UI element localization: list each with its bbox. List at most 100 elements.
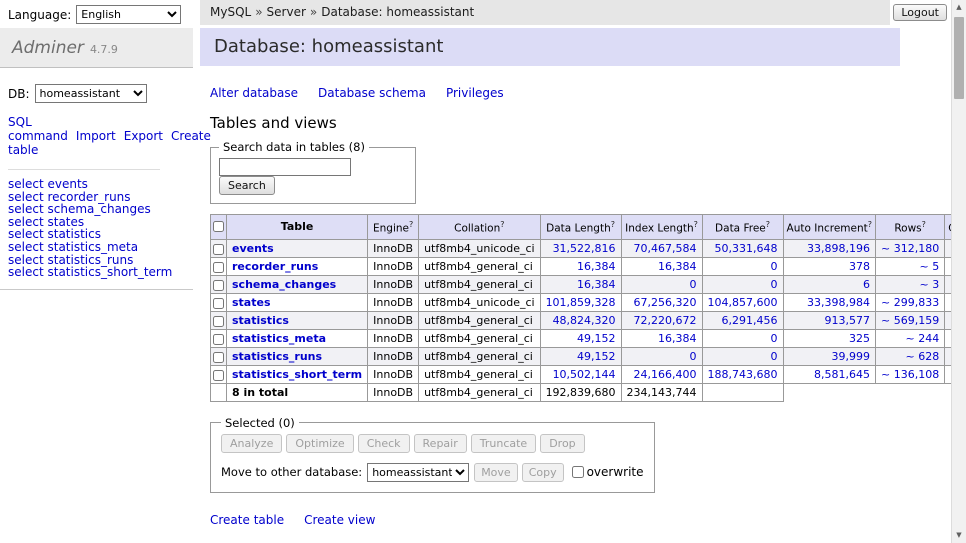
check-button[interactable]: Check [358, 434, 410, 453]
rows-link[interactable]: ~ 3 [920, 278, 940, 291]
data-length-link[interactable]: 49,152 [577, 332, 616, 345]
data-free-link[interactable]: 104,857,600 [708, 296, 778, 309]
truncate-button[interactable]: Truncate [471, 434, 536, 453]
auto-increment-link[interactable]: 6 [863, 278, 870, 291]
data-free-link[interactable]: 0 [771, 278, 778, 291]
table-link-statistics-short-term[interactable]: statistics_short_term [47, 265, 172, 279]
scrollbar-thumb[interactable] [954, 17, 964, 99]
adminer-logo[interactable]: Adminer [12, 38, 84, 58]
help-link[interactable]: ? [868, 220, 872, 229]
select-all-checkbox[interactable] [213, 221, 224, 232]
search-button[interactable]: Search [219, 176, 275, 195]
data-free-link[interactable]: 0 [771, 260, 778, 273]
overwrite-checkbox[interactable] [572, 466, 584, 478]
index-length-link[interactable]: 24,166,400 [634, 368, 697, 381]
auto-increment-link[interactable]: 378 [849, 260, 870, 273]
row-checkbox-statistics-runs[interactable] [213, 352, 224, 363]
data-length-link[interactable]: 16,384 [577, 260, 616, 273]
data-free-link[interactable]: 0 [771, 350, 778, 363]
table-name-cell: recorder_runs [227, 257, 368, 275]
breadcrumb-item-mysql[interactable]: MySQL [210, 5, 251, 19]
data-free-link[interactable]: 0 [771, 332, 778, 345]
index-length-link[interactable]: 0 [690, 350, 697, 363]
index-length-link[interactable]: 67,256,320 [634, 296, 697, 309]
move-button[interactable]: Move [474, 463, 518, 482]
action-database-schema[interactable]: Database schema [318, 86, 426, 100]
logout-button[interactable]: Logout [893, 4, 947, 21]
help-link[interactable]: ? [611, 220, 615, 229]
db-select[interactable]: homeassistant [35, 84, 147, 103]
table-name-link-recorder-runs[interactable]: recorder_runs [232, 260, 318, 273]
search-input[interactable] [219, 158, 351, 176]
index-length-link[interactable]: 0 [690, 278, 697, 291]
auto-increment-link[interactable]: 33,398,984 [807, 296, 870, 309]
row-checkbox-statistics-meta[interactable] [213, 334, 224, 345]
scrollbar-up-arrow[interactable]: ▲ [952, 0, 966, 15]
auto-increment-link[interactable]: 39,999 [832, 350, 871, 363]
data-length-link[interactable]: 49,152 [577, 350, 616, 363]
data-free-link[interactable]: 6,291,456 [722, 314, 778, 327]
row-checkbox-events[interactable] [213, 244, 224, 255]
copy-button[interactable]: Copy [522, 463, 564, 482]
row-checkbox-statistics[interactable] [213, 316, 224, 327]
table-name-link-statistics[interactable]: statistics [232, 314, 289, 327]
help-link[interactable]: ? [694, 220, 698, 229]
table-name-link-statistics-runs[interactable]: statistics_runs [232, 350, 322, 363]
action-privileges[interactable]: Privileges [446, 86, 504, 100]
analyze-button[interactable]: Analyze [221, 434, 282, 453]
auto-increment-link[interactable]: 325 [849, 332, 870, 345]
select-link-statistics-short-term[interactable]: select [8, 265, 44, 279]
index-length-link[interactable]: 72,220,672 [634, 314, 697, 327]
table-name-link-schema-changes[interactable]: schema_changes [232, 278, 336, 291]
row-checkbox-states[interactable] [213, 298, 224, 309]
table-row-statistics-runs: statistics_runsInnoDButf8mb4_general_ci4… [211, 347, 952, 365]
repair-button[interactable]: Repair [414, 434, 467, 453]
rows-link[interactable]: ~ 136,108 [881, 368, 939, 381]
rows-link[interactable]: ~ 569,159 [881, 314, 939, 327]
move-db-select[interactable]: homeassistant [367, 463, 469, 482]
rows-link[interactable]: ~ 5 [920, 260, 940, 273]
table-name-link-statistics-short-term[interactable]: statistics_short_term [232, 368, 362, 381]
data-length-link[interactable]: 48,824,320 [553, 314, 616, 327]
breadcrumb-item-server[interactable]: Server [267, 5, 306, 19]
data-length-link[interactable]: 10,502,144 [553, 368, 616, 381]
index-length-link[interactable]: 16,384 [658, 332, 697, 345]
help-link[interactable]: ? [766, 220, 770, 229]
optimize-button[interactable]: Optimize [286, 434, 353, 453]
row-checkbox-recorder-runs[interactable] [213, 262, 224, 273]
data-length-link[interactable]: 31,522,816 [553, 242, 616, 255]
create-view-link[interactable]: Create view [304, 513, 375, 527]
rows-link[interactable]: ~ 244 [906, 332, 940, 345]
row-checkbox-statistics-short-term[interactable] [213, 370, 224, 381]
rows-link[interactable]: ~ 299,833 [881, 296, 939, 309]
data-length-link[interactable]: 16,384 [577, 278, 616, 291]
data-free-link[interactable]: 50,331,648 [715, 242, 778, 255]
table-name-link-events[interactable]: events [232, 242, 274, 255]
scrollbar[interactable]: ▲ ▼ [951, 0, 966, 543]
create-table-link[interactable]: Create table [210, 513, 284, 527]
row-checkbox-cell [211, 347, 227, 365]
table-name-link-states[interactable]: states [232, 296, 271, 309]
index-length-link[interactable]: 70,467,584 [634, 242, 697, 255]
sidebar-link-import[interactable]: Import [76, 129, 116, 143]
rows-link[interactable]: ~ 628 [906, 350, 940, 363]
sidebar-link-export[interactable]: Export [124, 129, 163, 143]
help-link[interactable]: ? [922, 220, 926, 229]
drop-button[interactable]: Drop [540, 434, 584, 453]
help-link[interactable]: ? [500, 220, 504, 229]
auto-increment-link[interactable]: 8,581,645 [814, 368, 870, 381]
rows-link[interactable]: ~ 312,180 [881, 242, 939, 255]
index-length-link[interactable]: 16,384 [658, 260, 697, 273]
help-link[interactable]: ? [409, 220, 413, 229]
language-select[interactable]: English [76, 5, 181, 24]
scrollbar-down-arrow[interactable]: ▼ [952, 528, 966, 543]
data-free-link[interactable]: 188,743,680 [708, 368, 778, 381]
data-length-link[interactable]: 101,859,328 [546, 296, 616, 309]
table-name-link-statistics-meta[interactable]: statistics_meta [232, 332, 326, 345]
auto-increment-link[interactable]: 33,898,196 [807, 242, 870, 255]
auto-increment-link[interactable]: 913,577 [825, 314, 871, 327]
action-alter-database[interactable]: Alter database [210, 86, 298, 100]
sidebar-link-sql-command[interactable]: SQL command [8, 115, 68, 143]
breadcrumb: MySQL»Server»Database: homeassistant [200, 0, 890, 25]
row-checkbox-schema-changes[interactable] [213, 280, 224, 291]
